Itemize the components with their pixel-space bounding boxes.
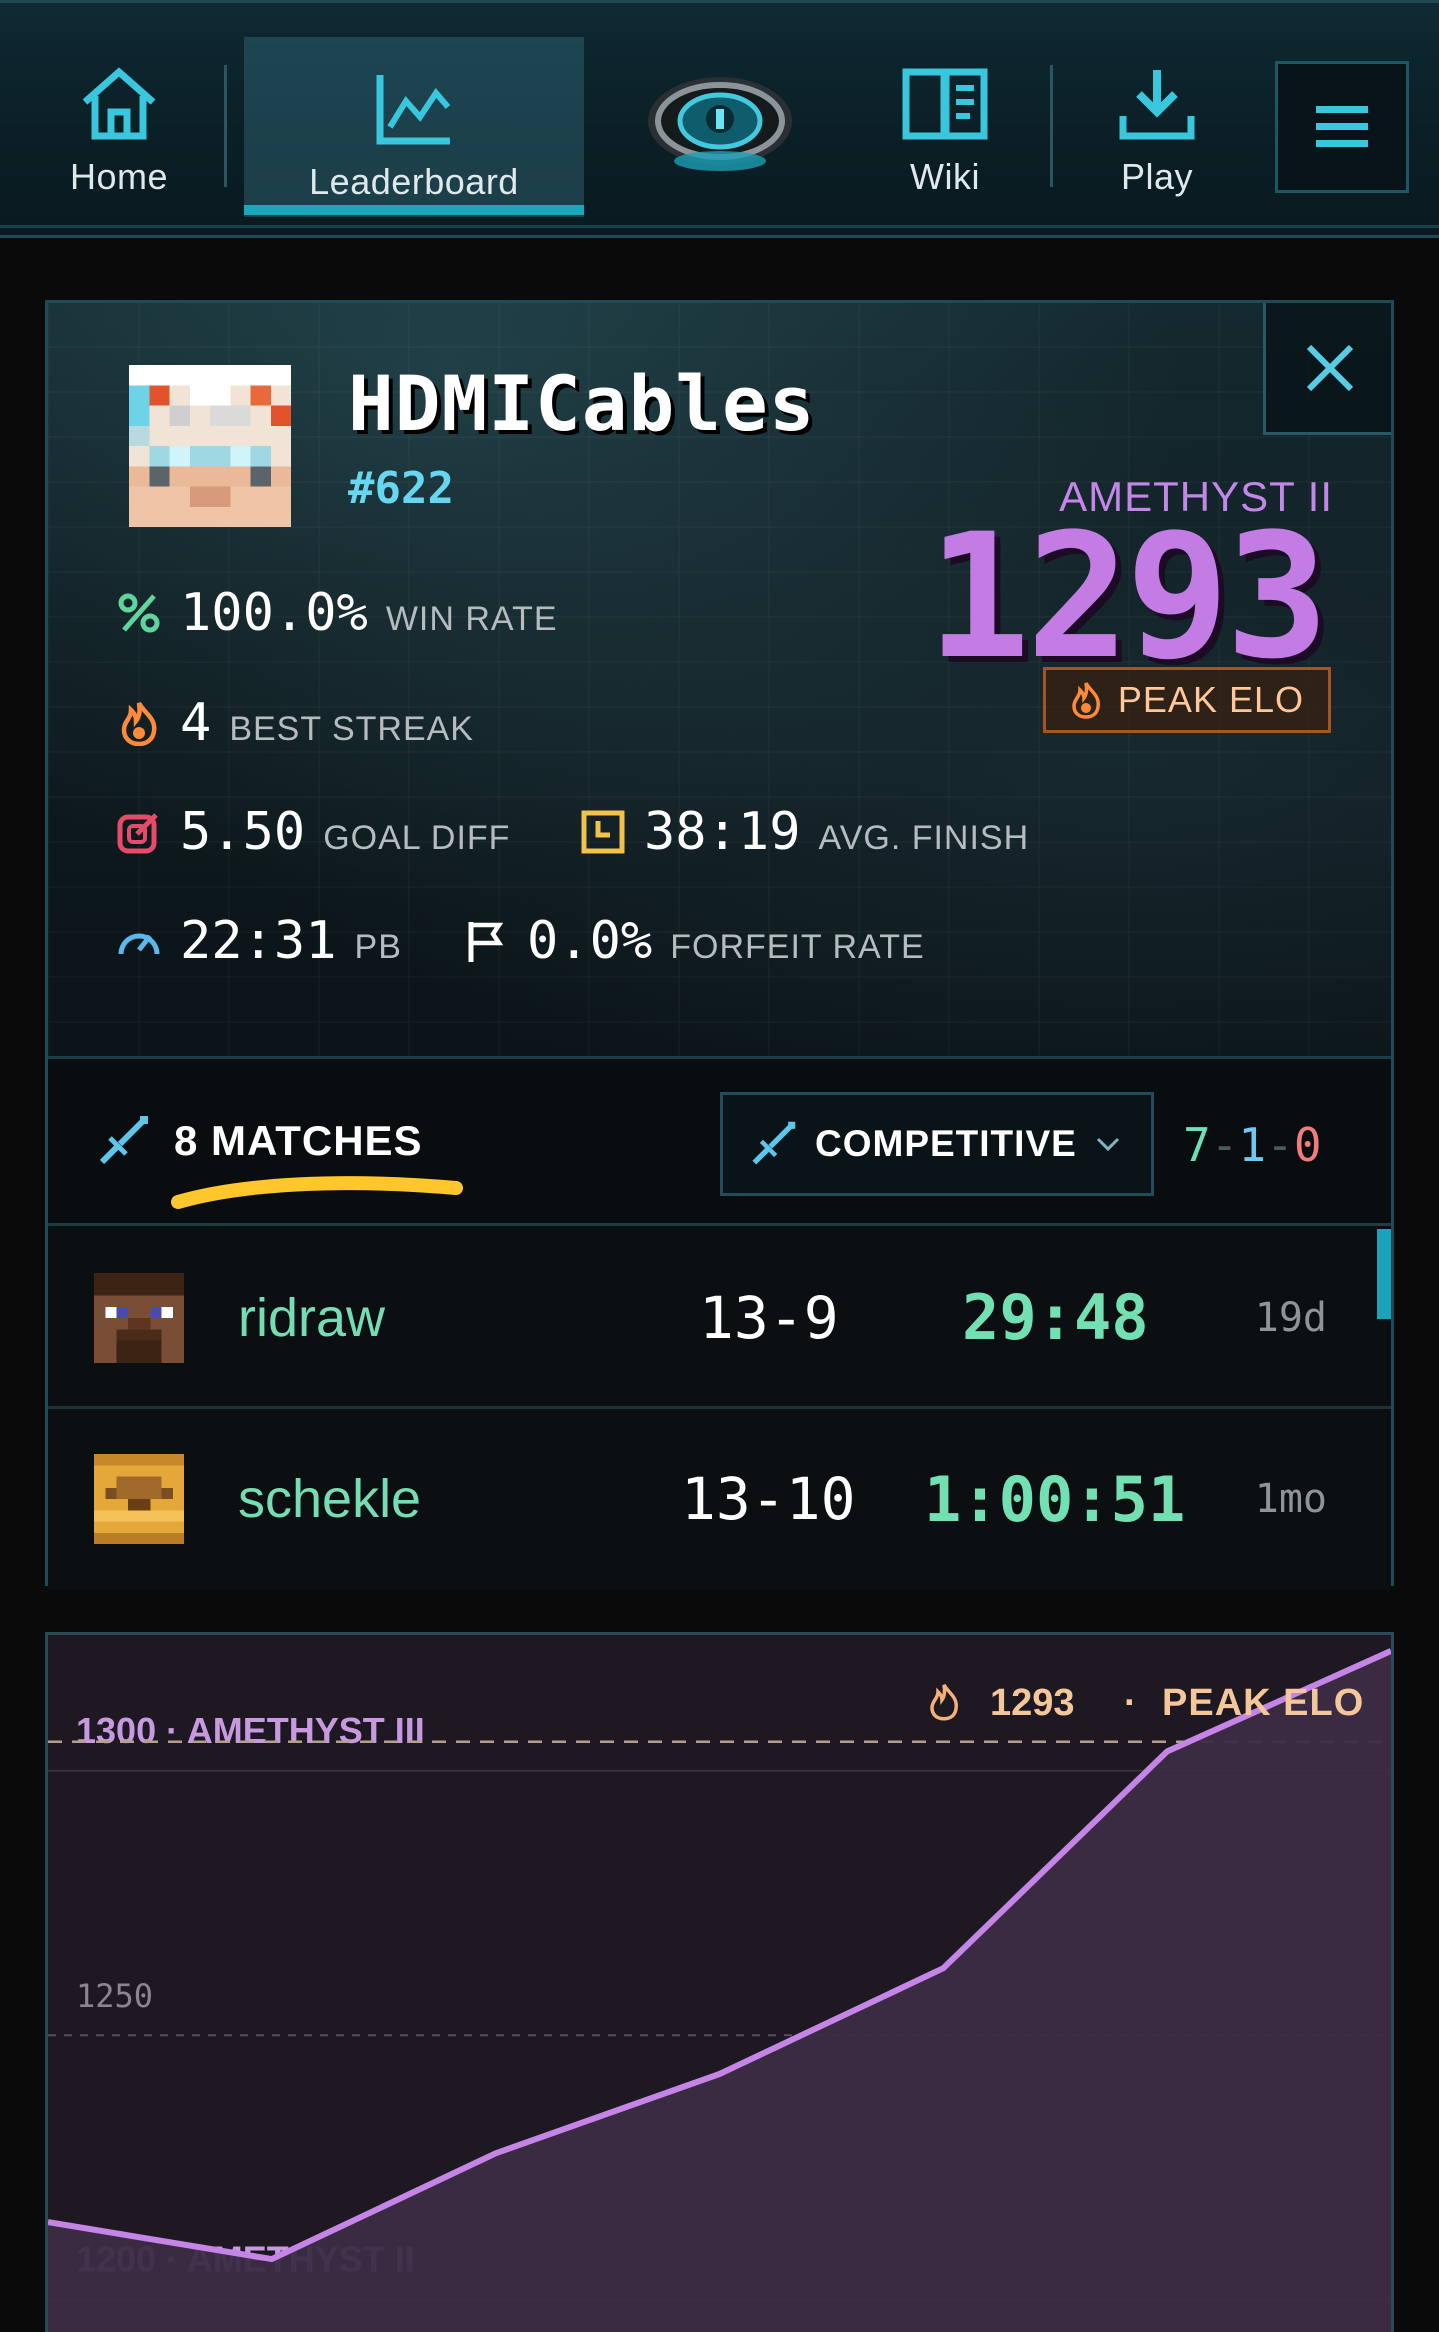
record-separator: -	[1210, 1118, 1239, 1172]
opponent-avatar	[94, 1272, 184, 1363]
win-loss-record: 7-1-0	[1183, 1118, 1322, 1172]
speedometer-icon	[118, 933, 160, 955]
peak-elo-badge: PEAK ELO	[1042, 667, 1331, 733]
mode-value: COMPETITIVE	[815, 1123, 1077, 1164]
player-rank: #622	[348, 463, 454, 514]
book-icon	[902, 68, 988, 140]
match-row[interactable]: schekle 13-10 1:00:51 1mo	[48, 1409, 1391, 1589]
profile-hero: HDMICables #622 AMETHYST II 1293 PEAK EL…	[48, 303, 1391, 1059]
nav-home-label: Home	[69, 156, 169, 197]
record-separator: -	[1266, 1118, 1294, 1172]
scrollbar-thumb[interactable]	[1377, 1229, 1391, 1319]
opponent-name[interactable]: schekle	[238, 1468, 421, 1530]
matches-tab[interactable]: 8 MATCHES	[96, 1114, 423, 1168]
close-icon	[1306, 344, 1354, 391]
avg-finish-label: AVG. FINISH	[818, 819, 1030, 857]
match-row[interactable]: ridraw 13-9 29:48 19d	[48, 1229, 1391, 1409]
y-axis-label: 1300 · AMETHYST III	[76, 1710, 425, 1751]
nav-play[interactable]: Play	[1082, 3, 1232, 228]
peak-elo-label: PEAK ELO	[1117, 679, 1304, 720]
best-streak-label: BEST STREAK	[229, 710, 474, 748]
peak-elo-label: PEAK ELO	[1162, 1682, 1364, 1724]
match-age: 19d	[1254, 1294, 1327, 1341]
flag-icon	[468, 922, 504, 962]
nav-leaderboard[interactable]: Leaderboard	[244, 37, 584, 217]
elo-chart: 1300 · AMETHYST III12501200 · AMETHYST I…	[45, 1632, 1394, 2332]
chevron-down-icon	[1096, 1137, 1119, 1152]
match-time: 1:00:51	[924, 1462, 1186, 1536]
underline-decoration	[171, 1176, 463, 1209]
nav-play-label: Play	[1120, 156, 1194, 197]
stat-goal-diff: 5.50 GOAL DIFF	[116, 802, 510, 862]
sword-icon	[752, 1121, 796, 1165]
goal-diff-value: 5.50	[180, 802, 306, 862]
menu-button[interactable]	[1275, 61, 1409, 193]
peak-elo-value: 1293	[990, 1682, 1075, 1724]
pb-label: PB	[354, 928, 402, 966]
stat-win-rate: 100.0% WIN RATE	[116, 583, 558, 643]
forfeit-rate-label: FORFEIT RATE	[670, 928, 925, 966]
stat-best-streak: 4 BEST STREAK	[116, 693, 474, 753]
nav-divider	[1050, 65, 1053, 187]
download-icon	[1119, 70, 1195, 140]
match-time: 29:48	[962, 1281, 1149, 1354]
home-icon	[82, 67, 156, 140]
peak-elo-separator: ·	[1124, 1682, 1137, 1724]
mode-select[interactable]: COMPETITIVE	[720, 1092, 1154, 1196]
sword-icon	[99, 1115, 149, 1165]
elo-area	[48, 1650, 1391, 2332]
best-streak-value: 4	[180, 693, 212, 753]
matches-count: 8 MATCHES	[174, 1117, 423, 1164]
elo-rating: 1293	[926, 496, 1329, 697]
percent-icon	[118, 593, 160, 633]
opponent-avatar	[94, 1454, 184, 1544]
nav-active-indicator	[244, 205, 584, 215]
close-button[interactable]	[1263, 303, 1391, 435]
win-rate-label: WIN RATE	[385, 600, 558, 638]
eye-logo[interactable]	[640, 63, 800, 183]
avg-finish-value: 38:19	[644, 802, 801, 862]
record-draws: 0	[1293, 1118, 1322, 1172]
forfeit-rate-value: 0.0%	[527, 911, 653, 971]
nav-wiki[interactable]: Wiki	[870, 3, 1020, 228]
fire-icon	[930, 1683, 958, 1721]
nav-leaderboard-label: Leaderboard	[309, 161, 519, 202]
pb-value: 22:31	[180, 911, 337, 971]
stat-avg-finish: 38:19 AVG. FINISH	[580, 802, 1029, 862]
elo-chart-svg: 1300 · AMETHYST III12501200 · AMETHYST I…	[48, 1648, 1391, 2332]
opponent-name[interactable]: ridraw	[238, 1287, 385, 1349]
chart-line-icon	[376, 75, 451, 145]
nav-home[interactable]: Home	[44, 3, 194, 228]
nav-wiki-label: Wiki	[910, 156, 980, 197]
player-avatar	[129, 365, 291, 527]
clock-icon	[581, 810, 625, 854]
player-name: HDMICables	[348, 359, 816, 448]
target-icon	[117, 813, 158, 854]
hamburger-icon	[1316, 106, 1368, 147]
match-score: 13-9	[699, 1283, 839, 1352]
fire-icon	[1072, 682, 1100, 719]
match-age: 1mo	[1254, 1476, 1327, 1522]
fire-icon	[121, 701, 157, 746]
win-rate-value: 100.0%	[180, 583, 368, 643]
matches-header: 8 MATCHES COMPETITIVE 7-1-0	[48, 1062, 1391, 1226]
goal-diff-label: GOAL DIFF	[323, 819, 511, 857]
nav-divider	[224, 65, 227, 187]
record-wins: 7	[1183, 1118, 1211, 1172]
y-axis-label: 1250	[76, 1977, 153, 2015]
stat-forfeit-rate: 0.0% FORFEIT RATE	[463, 911, 925, 971]
stat-pb: 22:31 PB	[116, 911, 402, 971]
match-score: 13-10	[681, 1465, 856, 1533]
record-losses: 1	[1238, 1118, 1267, 1172]
profile-card: HDMICables #622 AMETHYST II 1293 PEAK EL…	[45, 300, 1394, 1589]
top-nav: Home Leaderboard Wiki Play	[0, 0, 1439, 238]
